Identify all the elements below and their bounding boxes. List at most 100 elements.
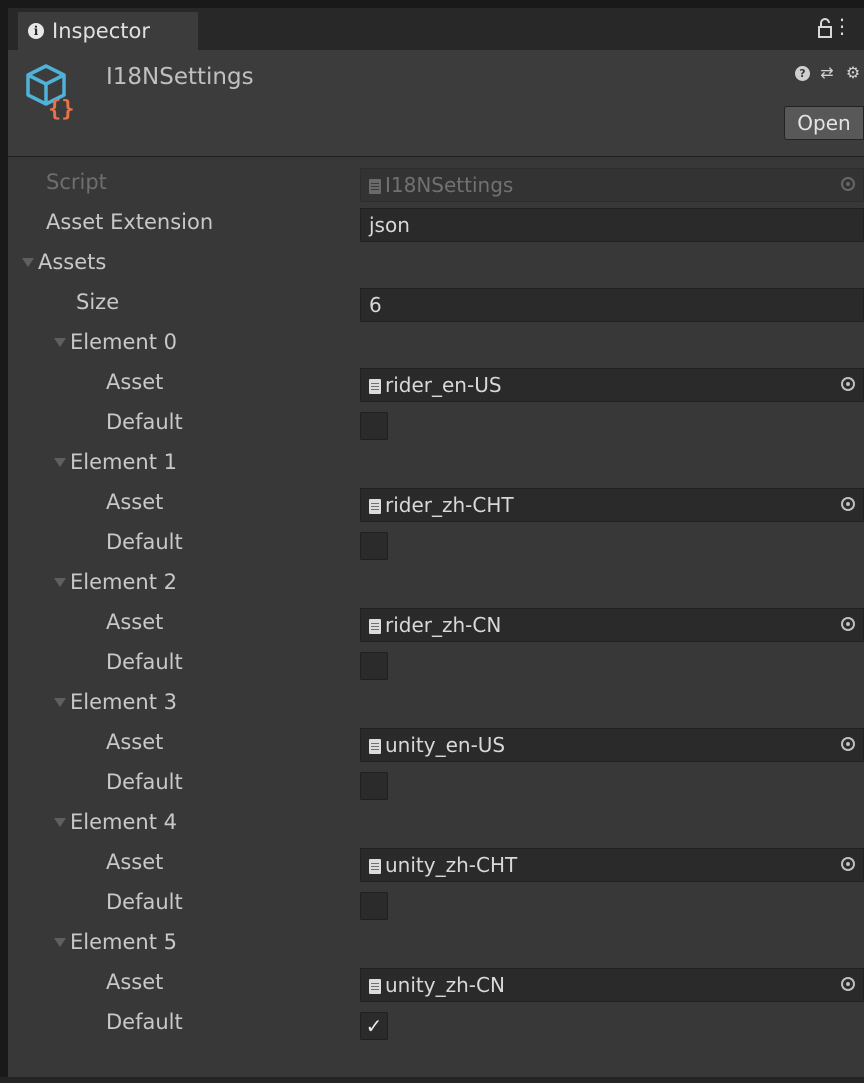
element-foldout[interactable]: Element 4	[8, 804, 864, 844]
element-foldout[interactable]: Element 1	[8, 444, 864, 484]
default-row: Default	[8, 764, 864, 804]
tab-strip: i Inspector ⋮	[8, 8, 864, 50]
size-label: Size	[76, 290, 120, 314]
element-label-text: Element 2	[70, 570, 177, 594]
element-foldout[interactable]: Element 2	[8, 564, 864, 604]
default-checkbox[interactable]: ✓	[360, 1012, 388, 1040]
script-label: Script	[46, 170, 107, 194]
script-file-icon	[369, 179, 381, 194]
default-checkbox[interactable]	[360, 892, 388, 920]
asset-value: rider_zh-CN	[385, 613, 502, 637]
gear-icon[interactable]: ⚙	[844, 64, 862, 82]
asset-label: Asset	[106, 490, 164, 514]
foldout-arrow-icon	[54, 578, 66, 587]
element-label: Element 0	[54, 330, 177, 354]
text-asset-icon	[369, 619, 381, 634]
asset-object-field[interactable]: unity_zh-CHT	[360, 848, 864, 882]
script-field: I18NSettings	[360, 168, 864, 202]
asset-row: Asset rider_zh-CHT	[8, 484, 864, 524]
object-picker-icon[interactable]	[841, 737, 855, 751]
window-bottom-edge	[0, 1077, 864, 1083]
text-asset-icon	[369, 499, 381, 514]
element-label: Element 5	[54, 930, 177, 954]
default-label: Default	[106, 1010, 183, 1034]
asset-row: Asset rider_zh-CN	[8, 604, 864, 644]
foldout-arrow-icon	[54, 818, 66, 827]
object-picker-icon[interactable]	[841, 857, 855, 871]
element-label: Element 4	[54, 810, 177, 834]
asset-label: Asset	[106, 610, 164, 634]
asset-row: Asset unity_zh-CN	[8, 964, 864, 1004]
element-label: Element 2	[54, 570, 177, 594]
text-asset-icon	[369, 739, 381, 754]
assets-foldout[interactable]: Assets	[8, 244, 864, 284]
foldout-arrow-icon	[54, 698, 66, 707]
element-label-text: Element 0	[70, 330, 177, 354]
presets-icon[interactable]: ⇄	[818, 64, 836, 82]
foldout-arrow-icon	[54, 938, 66, 947]
assets-label: Assets	[22, 250, 106, 274]
foldout-arrow-icon	[54, 458, 66, 467]
asset-label: Asset	[106, 970, 164, 994]
lock-icon[interactable]	[818, 18, 832, 38]
asset-label: Asset	[106, 850, 164, 874]
size-input[interactable]: 6	[360, 288, 864, 322]
element-foldout[interactable]: Element 0	[8, 324, 864, 364]
info-icon: i	[28, 23, 44, 39]
element-label-text: Element 5	[70, 930, 177, 954]
object-picker-icon[interactable]	[841, 617, 855, 631]
element-label-text: Element 4	[70, 810, 177, 834]
default-label: Default	[106, 530, 183, 554]
asset-row: Asset unity_zh-CHT	[8, 844, 864, 884]
open-button[interactable]: Open	[784, 106, 864, 140]
asset-title: I18NSettings	[106, 64, 254, 90]
object-picker-icon	[841, 177, 855, 191]
asset-object-field[interactable]: unity_zh-CN	[360, 968, 864, 1002]
asset-object-field[interactable]: unity_en-US	[360, 728, 864, 762]
element-foldout[interactable]: Element 5	[8, 924, 864, 964]
asset-object-field[interactable]: rider_zh-CHT	[360, 488, 864, 522]
window-left-edge	[0, 0, 8, 1083]
size-row: Size 6	[8, 284, 864, 324]
default-label: Default	[106, 890, 183, 914]
default-row: Default	[8, 644, 864, 684]
asset-extension-row: Asset Extension json	[8, 204, 864, 244]
assets-label-text: Assets	[38, 250, 107, 274]
asset-value: rider_zh-CHT	[385, 493, 514, 517]
element-label-text: Element 3	[70, 690, 177, 714]
asset-object-field[interactable]: rider_zh-CN	[360, 608, 864, 642]
object-picker-icon[interactable]	[841, 377, 855, 391]
asset-value: rider_en-US	[385, 373, 502, 397]
asset-label: Asset	[106, 370, 164, 394]
default-label: Default	[106, 650, 183, 674]
text-asset-icon	[369, 379, 381, 394]
header-icons: ? ⇄ ⚙	[795, 64, 862, 82]
object-picker-icon[interactable]	[841, 977, 855, 991]
default-label: Default	[106, 410, 183, 434]
asset-extension-label: Asset Extension	[46, 210, 214, 234]
asset-row: Asset rider_en-US	[8, 364, 864, 404]
text-asset-icon	[369, 859, 381, 874]
tab-inspector[interactable]: i Inspector	[18, 12, 198, 50]
default-checkbox[interactable]	[360, 772, 388, 800]
element-label: Element 1	[54, 450, 177, 474]
default-checkbox[interactable]	[360, 652, 388, 680]
element-label: Element 3	[54, 690, 177, 714]
object-picker-icon[interactable]	[841, 497, 855, 511]
element-foldout[interactable]: Element 3	[8, 684, 864, 724]
default-checkbox[interactable]	[360, 412, 388, 440]
foldout-arrow-icon	[22, 258, 34, 267]
default-label: Default	[106, 770, 183, 794]
scriptable-object-icon: {}	[26, 64, 75, 120]
default-checkbox[interactable]	[360, 532, 388, 560]
default-row: Default	[8, 524, 864, 564]
kebab-menu-icon[interactable]: ⋮	[832, 16, 852, 36]
asset-value: unity_en-US	[385, 733, 506, 757]
tab-label: Inspector	[52, 19, 150, 43]
element-label-text: Element 1	[70, 450, 177, 474]
asset-object-field[interactable]: rider_en-US	[360, 368, 864, 402]
asset-extension-input[interactable]: json	[360, 208, 864, 242]
default-row: Default	[8, 404, 864, 444]
script-value: I18NSettings	[385, 173, 514, 197]
help-icon[interactable]: ?	[795, 65, 810, 81]
